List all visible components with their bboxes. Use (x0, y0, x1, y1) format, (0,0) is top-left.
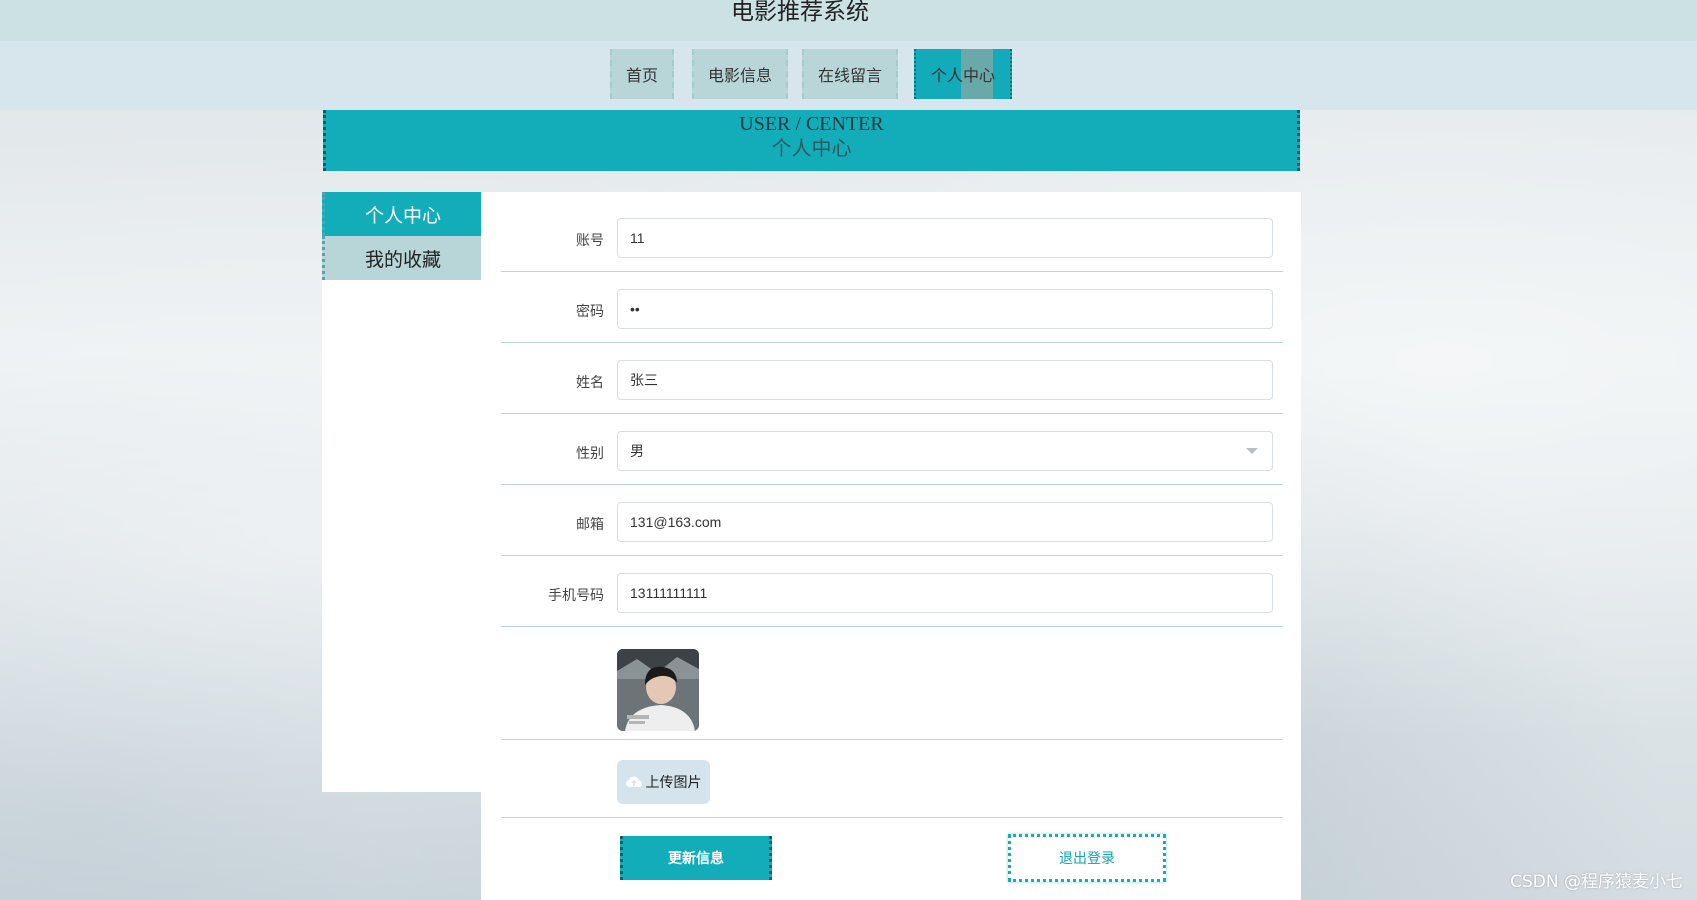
form-row-name: 姓名 张三 (501, 360, 1283, 414)
form-row-password: 密码 •• (501, 289, 1283, 343)
account-label: 账号 (576, 233, 604, 249)
user-center-header: USER / CENTER 个人中心 (323, 110, 1300, 171)
cloud-upload-icon (625, 776, 642, 787)
email-input[interactable]: 131@163.com (617, 502, 1273, 542)
phone-input[interactable]: 13111111111 (617, 573, 1273, 613)
password-label: 密码 (576, 304, 604, 320)
chevron-down-icon (1246, 448, 1258, 454)
csdn-watermark: CSDN @程序猿麦小七 (1510, 872, 1683, 892)
logout-button[interactable]: 退出登录 (1008, 834, 1166, 882)
site-title: 电影推荐系统 (731, 0, 869, 25)
nav-home[interactable]: 首页 (610, 49, 674, 99)
form-row-avatar (501, 627, 1283, 740)
email-label: 邮箱 (576, 517, 604, 533)
nav-movie-info[interactable]: 电影信息 (692, 49, 788, 99)
header-chinese-title: 个人中心 (771, 138, 852, 160)
gender-label: 性别 (576, 446, 604, 462)
upload-image-label: 上传图片 (645, 775, 702, 791)
profile-form-panel: 账号 11 密码 •• 姓名 张三 性别 男 邮箱 131@163.com 手机… (481, 192, 1301, 900)
avatar-portrait-icon (617, 649, 699, 731)
update-info-button[interactable]: 更新信息 (620, 836, 772, 880)
account-input[interactable]: 11 (617, 218, 1273, 258)
nav-user-center[interactable]: 个人中心 (914, 49, 1012, 99)
name-label: 姓名 (576, 375, 604, 391)
form-row-gender: 性别 男 (501, 431, 1283, 485)
sidebar-item-favorites[interactable]: 我的收藏 (322, 236, 481, 280)
name-input[interactable]: 张三 (617, 360, 1273, 400)
sidebar-item-user-center[interactable]: 个人中心 (322, 192, 481, 236)
nav-online-message[interactable]: 在线留言 (802, 49, 898, 99)
form-row-email: 邮箱 131@163.com (501, 502, 1283, 556)
upload-image-button[interactable]: 上传图片 (617, 760, 710, 804)
top-bar: 电影推荐系统 (0, 0, 1697, 41)
password-input[interactable]: •• (617, 289, 1273, 329)
gender-selected-value: 男 (630, 443, 644, 459)
avatar-image (617, 649, 699, 731)
form-row-account: 账号 11 (501, 218, 1283, 272)
user-sidebar: 个人中心 我的收藏 (322, 192, 481, 792)
form-row-upload: 上传图片 (501, 740, 1283, 818)
gender-select[interactable]: 男 (617, 431, 1273, 471)
form-row-phone: 手机号码 13111111111 (501, 573, 1283, 627)
main-nav: 首页 电影信息 在线留言 个人中心 (0, 41, 1697, 110)
header-english-title: USER / CENTER (739, 113, 884, 135)
phone-label: 手机号码 (548, 588, 604, 604)
